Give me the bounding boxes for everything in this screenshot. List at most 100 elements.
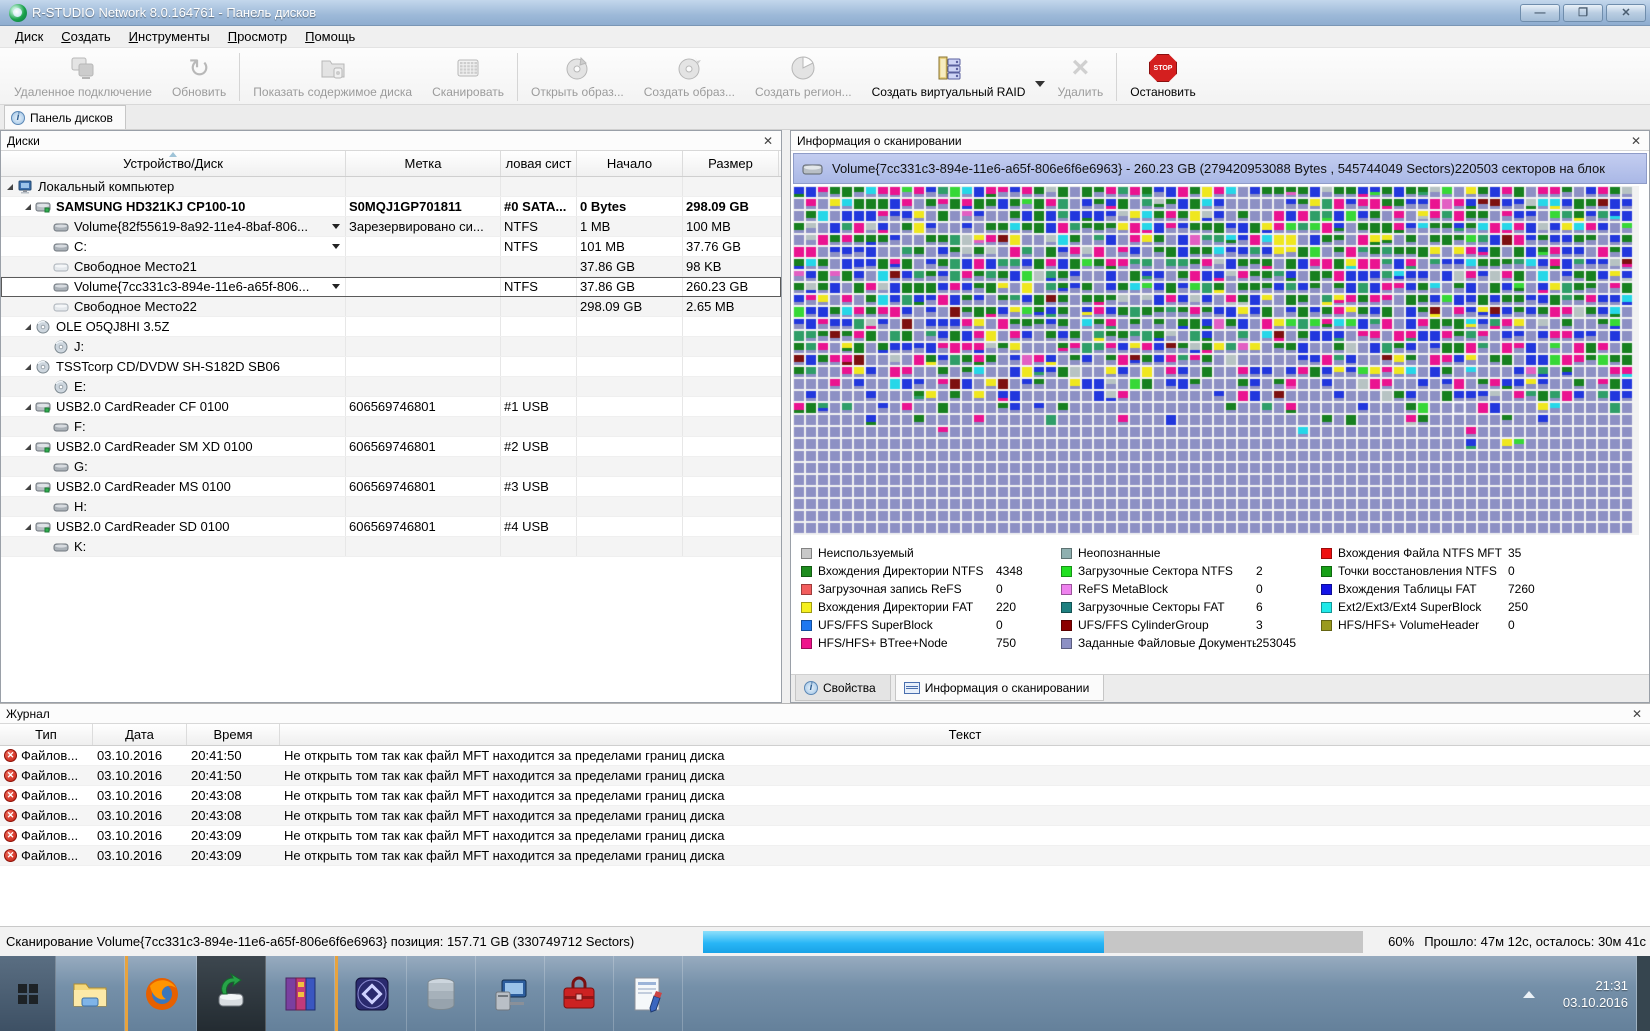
toolbar-refresh-button[interactable]: ↻ Обновить [162,50,236,104]
disk-row[interactable]: K: [1,537,781,557]
disk-row[interactable]: USB2.0 CardReader CF 0100 606569746801 #… [1,397,781,417]
disk-row[interactable]: E: [1,377,781,397]
disk-row[interactable]: C: NTFS 101 MB 37.76 GB [1,237,781,257]
log-column-3[interactable]: Текст [280,724,1650,745]
expand-icon[interactable] [25,444,31,450]
log-date: 03.10.2016 [93,826,187,845]
toolbar-create-region-button[interactable]: Создать регион... [745,50,862,104]
disk-row[interactable]: Локальный компьютер [1,177,781,197]
menu-item-4[interactable]: Помощь [296,27,364,46]
taskbar-database-app[interactable] [407,956,476,1031]
scan-panel-close-icon[interactable]: ✕ [1629,134,1643,148]
disk-row[interactable]: USB2.0 CardReader SD 0100 606569746801 #… [1,517,781,537]
disk-row[interactable]: G: [1,457,781,477]
start-icon [6,972,50,1016]
toolbar-create-image-button[interactable]: Создать образ... [634,50,745,104]
log-column-1[interactable]: Дата [93,724,187,745]
start-button[interactable] [0,956,56,1031]
menu-item-1[interactable]: Создать [52,27,119,46]
log-column-0[interactable]: Тип [0,724,93,745]
chevron-down-icon[interactable] [332,244,340,249]
menu-item-3[interactable]: Просмотр [219,27,296,46]
restore-button[interactable]: ❐ [1563,4,1603,22]
minimize-button[interactable]: — [1520,4,1560,22]
toolbar-delete-button[interactable]: × Удалить [1047,50,1113,104]
log-table-header[interactable]: ТипДатаВремяТекст [0,724,1650,746]
cd-icon [35,320,52,334]
disk-row[interactable]: Свободное Место22 298.09 GB 2.65 MB [1,297,781,317]
disk-row[interactable]: Свободное Место21 37.86 GB 98 KB [1,257,781,277]
disk-row[interactable]: Volume{7cc331c3-894e-11e6-a65f-806... NT… [1,277,781,297]
taskbar-editor-app[interactable] [614,956,683,1031]
tab-disk-panel[interactable]: i Панель дисков [4,105,126,129]
expand-icon[interactable] [25,484,31,490]
log-column-2[interactable]: Время [187,724,280,745]
disks-column-2[interactable]: ловая сист [501,151,577,176]
taskbar-clock[interactable]: 21:31 03.10.2016 [1563,977,1628,1011]
expand-icon[interactable] [25,404,31,410]
tray-expand-icon[interactable] [1523,991,1535,998]
scan-tab-inactive[interactable]: iСвойства [795,675,891,701]
disk-label [346,237,501,256]
disk-row[interactable]: SAMSUNG HD321KJ CP100-10 S0MQJ1GP701811 … [1,197,781,217]
disk-start [577,537,683,556]
taskbar-firefox[interactable] [128,956,197,1031]
disk-row[interactable]: USB2.0 CardReader MS 0100 606569746801 #… [1,477,781,497]
log-type: Файлов... [21,848,78,863]
toolbar-show-disk-content-button[interactable]: Показать содержимое диска [243,50,422,104]
toolbar-remote-connection-button[interactable]: Удаленное подключение [4,50,162,104]
disks-column-1[interactable]: Метка [346,151,501,176]
expand-icon[interactable] [25,364,31,370]
disks-column-4[interactable]: Размер [683,151,779,176]
scanned-volume-header-text: Volume{7cc331c3-894e-11e6-a65f-806e6f6e6… [832,161,1605,176]
taskbar-computer-app[interactable] [476,956,545,1031]
disks-column-0[interactable]: Устройство/Диск [1,151,346,176]
log-date: 03.10.2016 [93,766,187,785]
menu-item-2[interactable]: Инструменты [120,27,219,46]
log-row[interactable]: ✕Файлов... 03.10.2016 20:43:08 Не открыт… [0,786,1650,806]
disk-row[interactable]: Volume{82f55619-8a92-11e4-8baf-806... За… [1,217,781,237]
disks-table-header[interactable]: Устройство/ДискМеткаловая систНачалоРазм… [1,151,781,177]
disk-size [683,417,779,436]
log-panel-close-icon[interactable]: ✕ [1630,707,1644,721]
taskbar-purple-app[interactable] [338,956,407,1031]
disk-row[interactable]: USB2.0 CardReader SM XD 0100 60656974680… [1,437,781,457]
disk-row[interactable]: TSSTcorp CD/DVDW SH-S182D SB06 [1,357,781,377]
disks-panel-close-icon[interactable]: ✕ [761,134,775,148]
taskbar-winrar[interactable] [266,956,335,1031]
chevron-down-icon[interactable] [332,284,340,289]
taskbar-toolbox-app[interactable] [545,956,614,1031]
taskbar-explorer[interactable] [56,956,125,1031]
progress-percent: 60% [1388,934,1414,949]
tab-disk-panel-label: Панель дисков [30,111,113,125]
disk-row[interactable]: J: [1,337,781,357]
disk-row[interactable]: OLE O5QJ8HI 3.5Z [1,317,781,337]
toolbar-scan-button[interactable]: Сканировать [422,50,514,104]
show-desktop-button[interactable] [1636,956,1650,1031]
toolbar-stop-button[interactable]: STOP Остановить [1120,50,1206,104]
disks-column-3[interactable]: Начало [577,151,683,176]
expand-icon[interactable] [25,524,31,530]
toolbar-open-image-button[interactable]: Открыть образ... [521,50,634,104]
disk-row[interactable]: H: [1,497,781,517]
log-row[interactable]: ✕Файлов... 03.10.2016 20:43:08 Не открыт… [0,806,1650,826]
log-row[interactable]: ✕Файлов... 03.10.2016 20:41:50 Не открыт… [0,766,1650,786]
log-row[interactable]: ✕Файлов... 03.10.2016 20:43:09 Не открыт… [0,846,1650,866]
disk-row[interactable]: F: [1,417,781,437]
log-row[interactable]: ✕Файлов... 03.10.2016 20:43:09 Не открыт… [0,826,1650,846]
taskbar-rstudio[interactable] [197,956,266,1031]
log-row[interactable]: ✕Файлов... 03.10.2016 20:41:50 Не открыт… [0,746,1650,766]
raid-dropdown-icon[interactable] [1035,81,1045,87]
chevron-down-icon[interactable] [332,224,340,229]
toolbar-create-raid-button[interactable]: Создать виртуальный RAID [862,50,1036,104]
scan-tab-active[interactable]: Информация о сканировании [895,675,1105,701]
menu-item-0[interactable]: Диск [6,27,52,46]
expand-icon[interactable] [25,324,31,330]
close-button[interactable]: ✕ [1606,4,1646,22]
legend-value: 253045 [1256,636,1311,650]
legend-label: Загрузочные Секторы FAT [1078,600,1256,614]
scan-block-map[interactable] [793,186,1639,535]
disk-size [683,497,779,516]
expand-icon[interactable] [25,204,31,210]
expand-icon[interactable] [7,184,13,190]
